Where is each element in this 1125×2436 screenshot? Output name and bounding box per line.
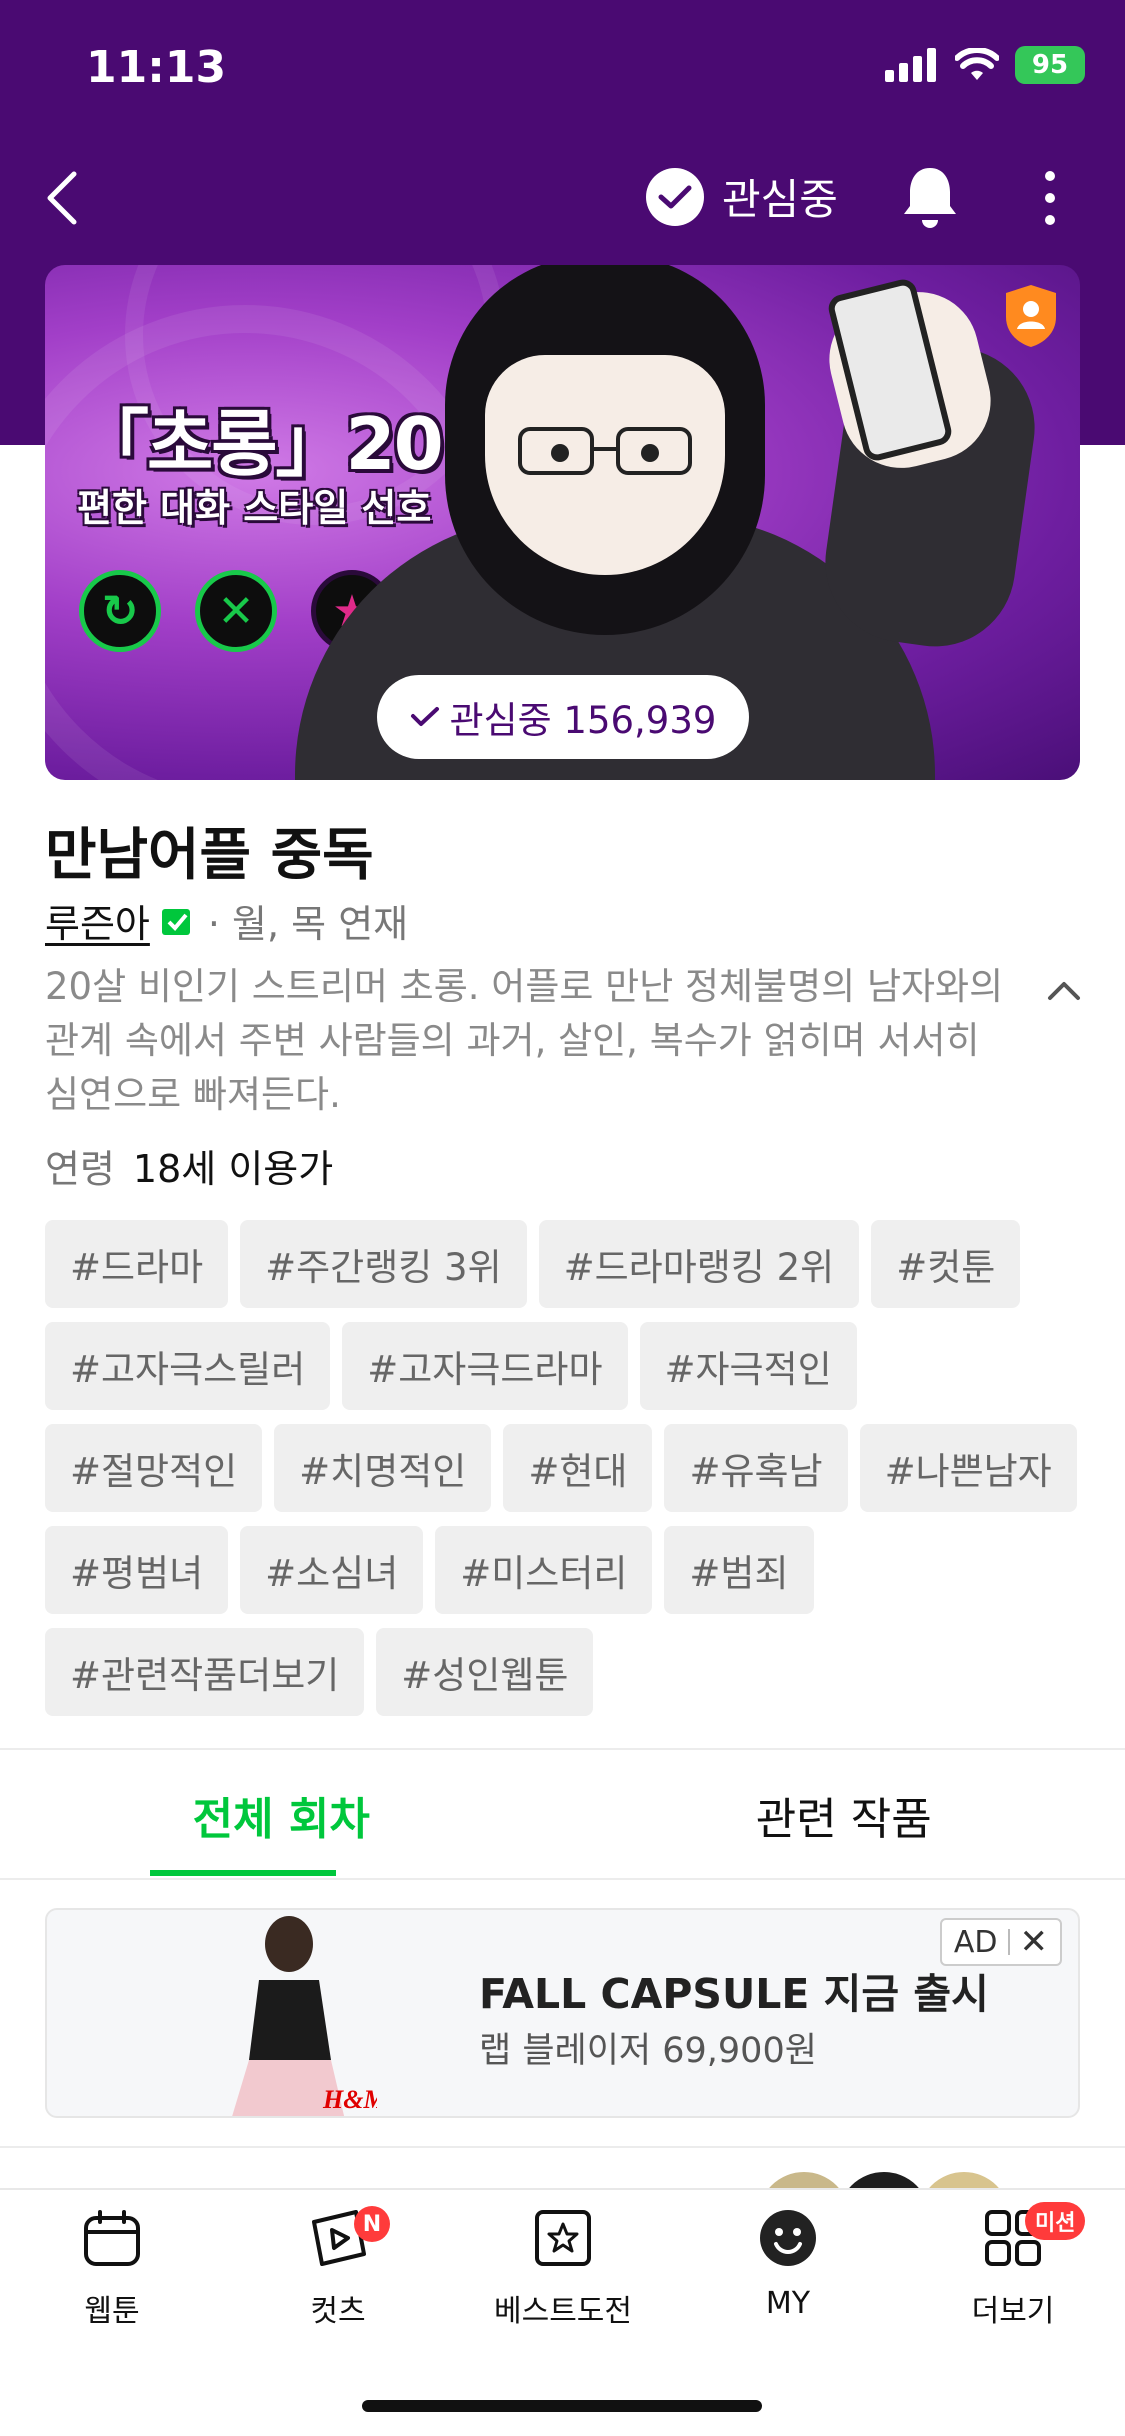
status-icons: 95 [885,46,1085,84]
verified-icon [161,908,190,935]
bottom-navigation: 웹툰 N 컷츠 베스트도전 MY 미션 더보기 [0,2188,1125,2436]
smiley-icon [760,2210,816,2266]
close-x-icon: ✕ [195,570,277,652]
tag-chip[interactable]: #드라마 [45,1220,229,1308]
tag-chip[interactable]: #나쁜남자 [859,1424,1077,1512]
age-rating: 연령 18세 이용가 [45,1138,333,1193]
nav-webtoon-label: 웹툰 [84,2294,140,2329]
chevron-up-icon[interactable] [1046,978,1082,1002]
check-icon [410,707,439,726]
tag-chip[interactable]: #현대 [503,1424,653,1512]
ad-title: FALL CAPSULE 지금 출시 [479,1970,989,2018]
tab-related-works[interactable]: 관련 작품 [563,1752,1125,1878]
check-circle-icon [646,167,704,226]
banner-character-tagline: 편한 대화 스타일 선호 [77,486,432,530]
age-label: 연령 [45,1147,115,1191]
follow-toggle-button[interactable]: 관심중 [646,166,838,227]
back-arrow-icon[interactable] [40,168,88,228]
adult-shield-icon [1006,285,1056,347]
nav-best-label: 베스트도전 [494,2294,632,2329]
tag-list: #드라마 #주간랭킹 3위 #드라마랭킹 2위 #컷툰 #고자극스릴러 #고자극… [45,1220,1085,1716]
home-indicator [362,2400,762,2412]
tag-chip[interactable]: #고자극스릴러 [45,1322,331,1410]
tag-chip[interactable]: #범죄 [664,1526,814,1614]
nav-webtoon[interactable]: 웹툰 [32,2208,192,2330]
section-divider [0,1748,1125,1750]
tag-chip[interactable]: #드라마랭킹 2위 [538,1220,860,1308]
ad-badge-separator [1007,1929,1010,1955]
ad-banner[interactable]: H&M FALL CAPSULE 지금 출시 랩 블레이저 69,900원 AD… [45,1908,1080,2118]
tag-chip[interactable]: #관련작품더보기 [45,1628,365,1716]
battery-level: 95 [1031,50,1069,80]
series-title: 만남어플 중독 [45,823,374,888]
author-row: 루즌아 · 월, 목 연재 [45,893,408,948]
tag-chip[interactable]: #소심녀 [240,1526,424,1614]
tag-chip[interactable]: #절망적인 [45,1424,263,1512]
tag-chip[interactable]: #고자극드라마 [342,1322,628,1410]
ad-subtitle: 랩 블레이저 69,900원 [479,2031,817,2071]
ad-badge: AD ✕ [939,1918,1062,1966]
wifi-icon [955,48,999,80]
banner-character-name: 「초롱」20 [77,402,444,486]
status-time: 11:13 [86,42,227,93]
tag-chip[interactable]: #치명적인 [274,1424,492,1512]
battery-icon: 95 [1015,46,1085,84]
nav-best-challenge[interactable]: 베스트도전 [483,2208,643,2330]
tag-chip[interactable]: #성인웹툰 [376,1628,594,1716]
follow-label: 관심중 [722,175,838,224]
glasses-illustration [518,427,692,475]
nav-my[interactable]: MY [708,2208,868,2321]
mission-badge: 미션 [1025,2202,1086,2240]
tag-chip[interactable]: #컷툰 [871,1220,1021,1308]
publish-schedule: · 월, 목 연재 [207,902,409,946]
refresh-icon: ↻ [79,570,161,652]
new-badge: N [354,2206,390,2242]
tag-chip[interactable]: #평범녀 [45,1526,229,1614]
nav-cuts-label: 컷츠 [310,2294,366,2329]
tag-chip[interactable]: #주간랭킹 3위 [240,1220,527,1308]
nav-more[interactable]: 미션 더보기 [933,2202,1093,2330]
star-square-icon [535,2210,591,2266]
tag-chip[interactable]: #자극적인 [639,1322,857,1410]
tabs-divider [0,1878,1125,1880]
ad-model-image: H&M [232,1916,377,2116]
tag-chip[interactable]: #유혹남 [664,1424,848,1512]
tab-all-episodes[interactable]: 전체 회차 [0,1752,563,1878]
tag-chip[interactable]: #미스터리 [435,1526,653,1614]
content-tabs: 전체 회차 관련 작품 [0,1752,1125,1878]
follow-count-button[interactable]: 관심중 156,939 [377,675,749,759]
series-banner[interactable]: 「초롱」20 편한 대화 스타일 선호 ↻ ✕ ★ 관심중 156,939 [45,265,1080,780]
bell-icon[interactable] [902,164,958,230]
calendar-icon [84,2210,140,2266]
ad-divider [0,2146,1125,2148]
series-description: 20살 비인기 스트리머 초롱. 어플로 만난 정체불명의 남자와의 관계 속에… [45,965,1004,1116]
ad-brand: H&M [322,2085,377,2114]
signal-icon [885,48,936,82]
author-link[interactable]: 루즌아 [45,893,150,948]
nav-more-label: 더보기 [971,2294,1055,2329]
more-options-icon[interactable] [1040,170,1060,226]
follow-count: 관심중 156,939 [449,699,717,742]
nav-cuts[interactable]: N 컷츠 [258,2206,418,2330]
ad-close-icon[interactable]: ✕ [1020,1922,1049,1962]
nav-my-label: MY [765,2286,811,2321]
ad-label: AD [953,1924,998,1960]
age-value: 18세 이용가 [132,1147,334,1191]
